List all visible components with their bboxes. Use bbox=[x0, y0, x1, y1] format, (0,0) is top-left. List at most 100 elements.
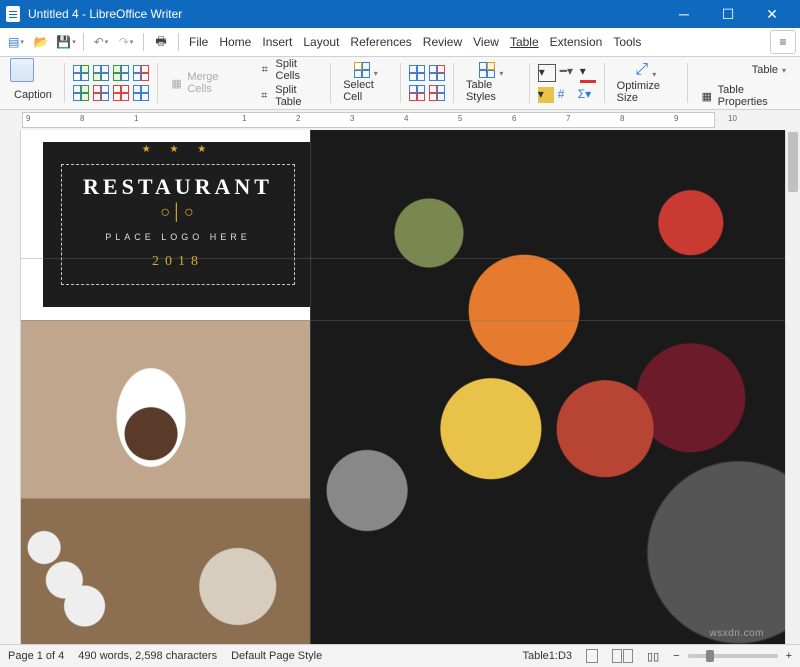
ruler-tick: 9 bbox=[26, 114, 30, 123]
optimize-size-button[interactable]: Optimize Size bbox=[613, 79, 679, 105]
number-format-icon[interactable]: # bbox=[558, 87, 574, 103]
menu-review[interactable]: Review bbox=[418, 30, 467, 54]
menu-insert[interactable]: Insert bbox=[257, 30, 297, 54]
document-canvas[interactable]: ★ ★ ★ RESTAURANT ○│○ PLACE LOGO HERE 201… bbox=[21, 130, 786, 645]
menu-extension[interactable]: Extension bbox=[545, 30, 608, 54]
delete-row-icon[interactable] bbox=[133, 65, 149, 81]
view-multi-page-icon[interactable] bbox=[612, 649, 633, 663]
maximize-button[interactable]: ☐ bbox=[706, 0, 750, 28]
vertical-scrollbar[interactable] bbox=[785, 130, 800, 645]
merge-group: ▦Merge Cells bbox=[160, 57, 248, 109]
table-styles-button[interactable]: Table Styles bbox=[462, 78, 521, 104]
horizontal-ruler[interactable]: 98112345678910 bbox=[0, 110, 800, 131]
table-styles-group: ▾ Table Styles bbox=[456, 57, 527, 109]
zoom-slider[interactable] bbox=[688, 654, 778, 658]
table-styles-icon[interactable] bbox=[479, 62, 495, 78]
border-color-icon[interactable]: ▾ bbox=[580, 64, 596, 83]
close-button[interactable]: ✕ bbox=[750, 0, 794, 28]
select-cell-dd-icon[interactable]: ▾ bbox=[374, 69, 378, 78]
protect-cells-icon[interactable] bbox=[409, 65, 425, 81]
menubar: ▤▾ 📂 💾▾ ↶▾ ↷▾ 🖶 File Home Insert Layout … bbox=[0, 28, 800, 57]
zoom-out-icon[interactable]: − bbox=[673, 650, 679, 662]
table-styles-dd-icon[interactable]: ▾ bbox=[499, 69, 503, 78]
status-pagestyle[interactable]: Default Page Style bbox=[231, 650, 322, 662]
ruler-tick: 3 bbox=[350, 114, 354, 123]
view-single-page-icon[interactable] bbox=[586, 649, 598, 663]
merge-cells-button[interactable]: ▦Merge Cells bbox=[166, 70, 242, 96]
split-table-label: Split Table bbox=[275, 84, 318, 108]
menu-references[interactable]: References bbox=[345, 30, 416, 54]
ruler-tick: 5 bbox=[458, 114, 462, 123]
table-properties-label: Table Properties bbox=[718, 84, 786, 108]
optimize-size-dd-icon[interactable]: ▾ bbox=[652, 70, 656, 79]
minimize-button[interactable]: ─ bbox=[662, 0, 706, 28]
split-table-button[interactable]: ⌗Split Table bbox=[254, 83, 323, 109]
unprotect-cells-icon[interactable] bbox=[429, 65, 445, 81]
select-cell-button[interactable]: Select Cell bbox=[339, 78, 392, 104]
ruler-tick: 8 bbox=[620, 114, 624, 123]
table-properties-icon: ▦ bbox=[700, 88, 714, 104]
insert-row-above-icon[interactable] bbox=[73, 65, 89, 81]
split-group: ⌗Split Cells ⌗Split Table bbox=[248, 57, 329, 109]
ruler-tick: 1 bbox=[134, 114, 138, 123]
ruler-tick: 8 bbox=[80, 114, 84, 123]
select-table-icon[interactable] bbox=[133, 85, 149, 101]
insert-row-below-icon[interactable] bbox=[93, 65, 109, 81]
delete-col-icon[interactable] bbox=[93, 85, 109, 101]
logo-year: 2018 bbox=[43, 254, 313, 270]
table-menu-button[interactable]: Table ▾ bbox=[696, 57, 790, 83]
status-table-cell[interactable]: Table1:D3 bbox=[522, 650, 572, 662]
caption-button[interactable]: Caption bbox=[10, 82, 56, 108]
protect-group bbox=[403, 57, 451, 109]
ruler-tick: 7 bbox=[566, 114, 570, 123]
protect-col-icon[interactable] bbox=[429, 85, 445, 101]
status-wordcount[interactable]: 490 words, 2,598 characters bbox=[78, 650, 217, 662]
menu-table[interactable]: Table bbox=[505, 30, 544, 54]
new-doc-icon[interactable]: ▤▾ bbox=[6, 32, 26, 52]
save-icon[interactable]: 💾▾ bbox=[56, 32, 76, 52]
row-col-group bbox=[67, 57, 155, 109]
borders-icon[interactable]: ▾ bbox=[538, 64, 556, 82]
menu-home[interactable]: Home bbox=[214, 30, 256, 54]
protect-row-icon[interactable] bbox=[409, 85, 425, 101]
optimize-size-icon[interactable]: ⤢ bbox=[635, 61, 648, 79]
ruler-tick: 1 bbox=[242, 114, 246, 123]
delete-table-icon[interactable] bbox=[113, 85, 129, 101]
zoom-in-icon[interactable]: + bbox=[786, 650, 792, 662]
menu-view[interactable]: View bbox=[468, 30, 504, 54]
menu-layout[interactable]: Layout bbox=[298, 30, 344, 54]
ruler-tick: 10 bbox=[728, 114, 737, 123]
insert-col-right-icon[interactable] bbox=[73, 85, 89, 101]
open-icon[interactable]: 📂 bbox=[31, 32, 51, 52]
menu-overflow-button[interactable]: ≡ bbox=[770, 30, 796, 54]
zoom-control[interactable]: − + bbox=[673, 650, 792, 662]
stars-icon: ★ ★ ★ bbox=[43, 144, 313, 155]
table-properties-button[interactable]: ▦Table Properties bbox=[696, 83, 790, 109]
table-ribbon: Caption ▦Merge Cells ⌗Split Cells ⌗Split… bbox=[0, 57, 800, 110]
split-cells-button[interactable]: ⌗Split Cells bbox=[254, 57, 323, 83]
split-cells-label: Split Cells bbox=[276, 58, 319, 82]
window-title: Untitled 4 - LibreOffice Writer bbox=[28, 7, 182, 21]
insert-col-left-icon[interactable] bbox=[113, 65, 129, 81]
ruler-tick: 6 bbox=[512, 114, 516, 123]
ruler-tick: 2 bbox=[296, 114, 300, 123]
menu-file[interactable]: File bbox=[184, 30, 213, 54]
menu-tools[interactable]: Tools bbox=[608, 30, 646, 54]
restaurant-logo-panel[interactable]: ★ ★ ★ RESTAURANT ○│○ PLACE LOGO HERE 201… bbox=[43, 142, 313, 307]
caption-icon[interactable] bbox=[10, 58, 34, 82]
table-menu-label: Table bbox=[752, 64, 778, 76]
vertical-ruler[interactable] bbox=[0, 130, 21, 645]
statusbar: Page 1 of 4 490 words, 2,598 characters … bbox=[0, 644, 800, 667]
print-icon[interactable]: 🖶 bbox=[151, 32, 171, 52]
food-spices-image bbox=[310, 130, 786, 645]
borders-group: ▾ ━▾ ▾ ▾ # Σ▾ bbox=[532, 57, 602, 109]
view-book-icon[interactable]: ▯▯ bbox=[647, 650, 659, 663]
border-style-icon[interactable]: ━▾ bbox=[560, 64, 576, 80]
formula-icon[interactable]: Σ▾ bbox=[578, 87, 594, 103]
redo-icon[interactable]: ↷▾ bbox=[116, 32, 136, 52]
bg-color-icon[interactable]: ▾ bbox=[538, 87, 554, 103]
undo-icon[interactable]: ↶▾ bbox=[91, 32, 111, 52]
app-icon bbox=[6, 6, 20, 22]
select-cell-icon[interactable] bbox=[354, 62, 370, 78]
status-page[interactable]: Page 1 of 4 bbox=[8, 650, 64, 662]
